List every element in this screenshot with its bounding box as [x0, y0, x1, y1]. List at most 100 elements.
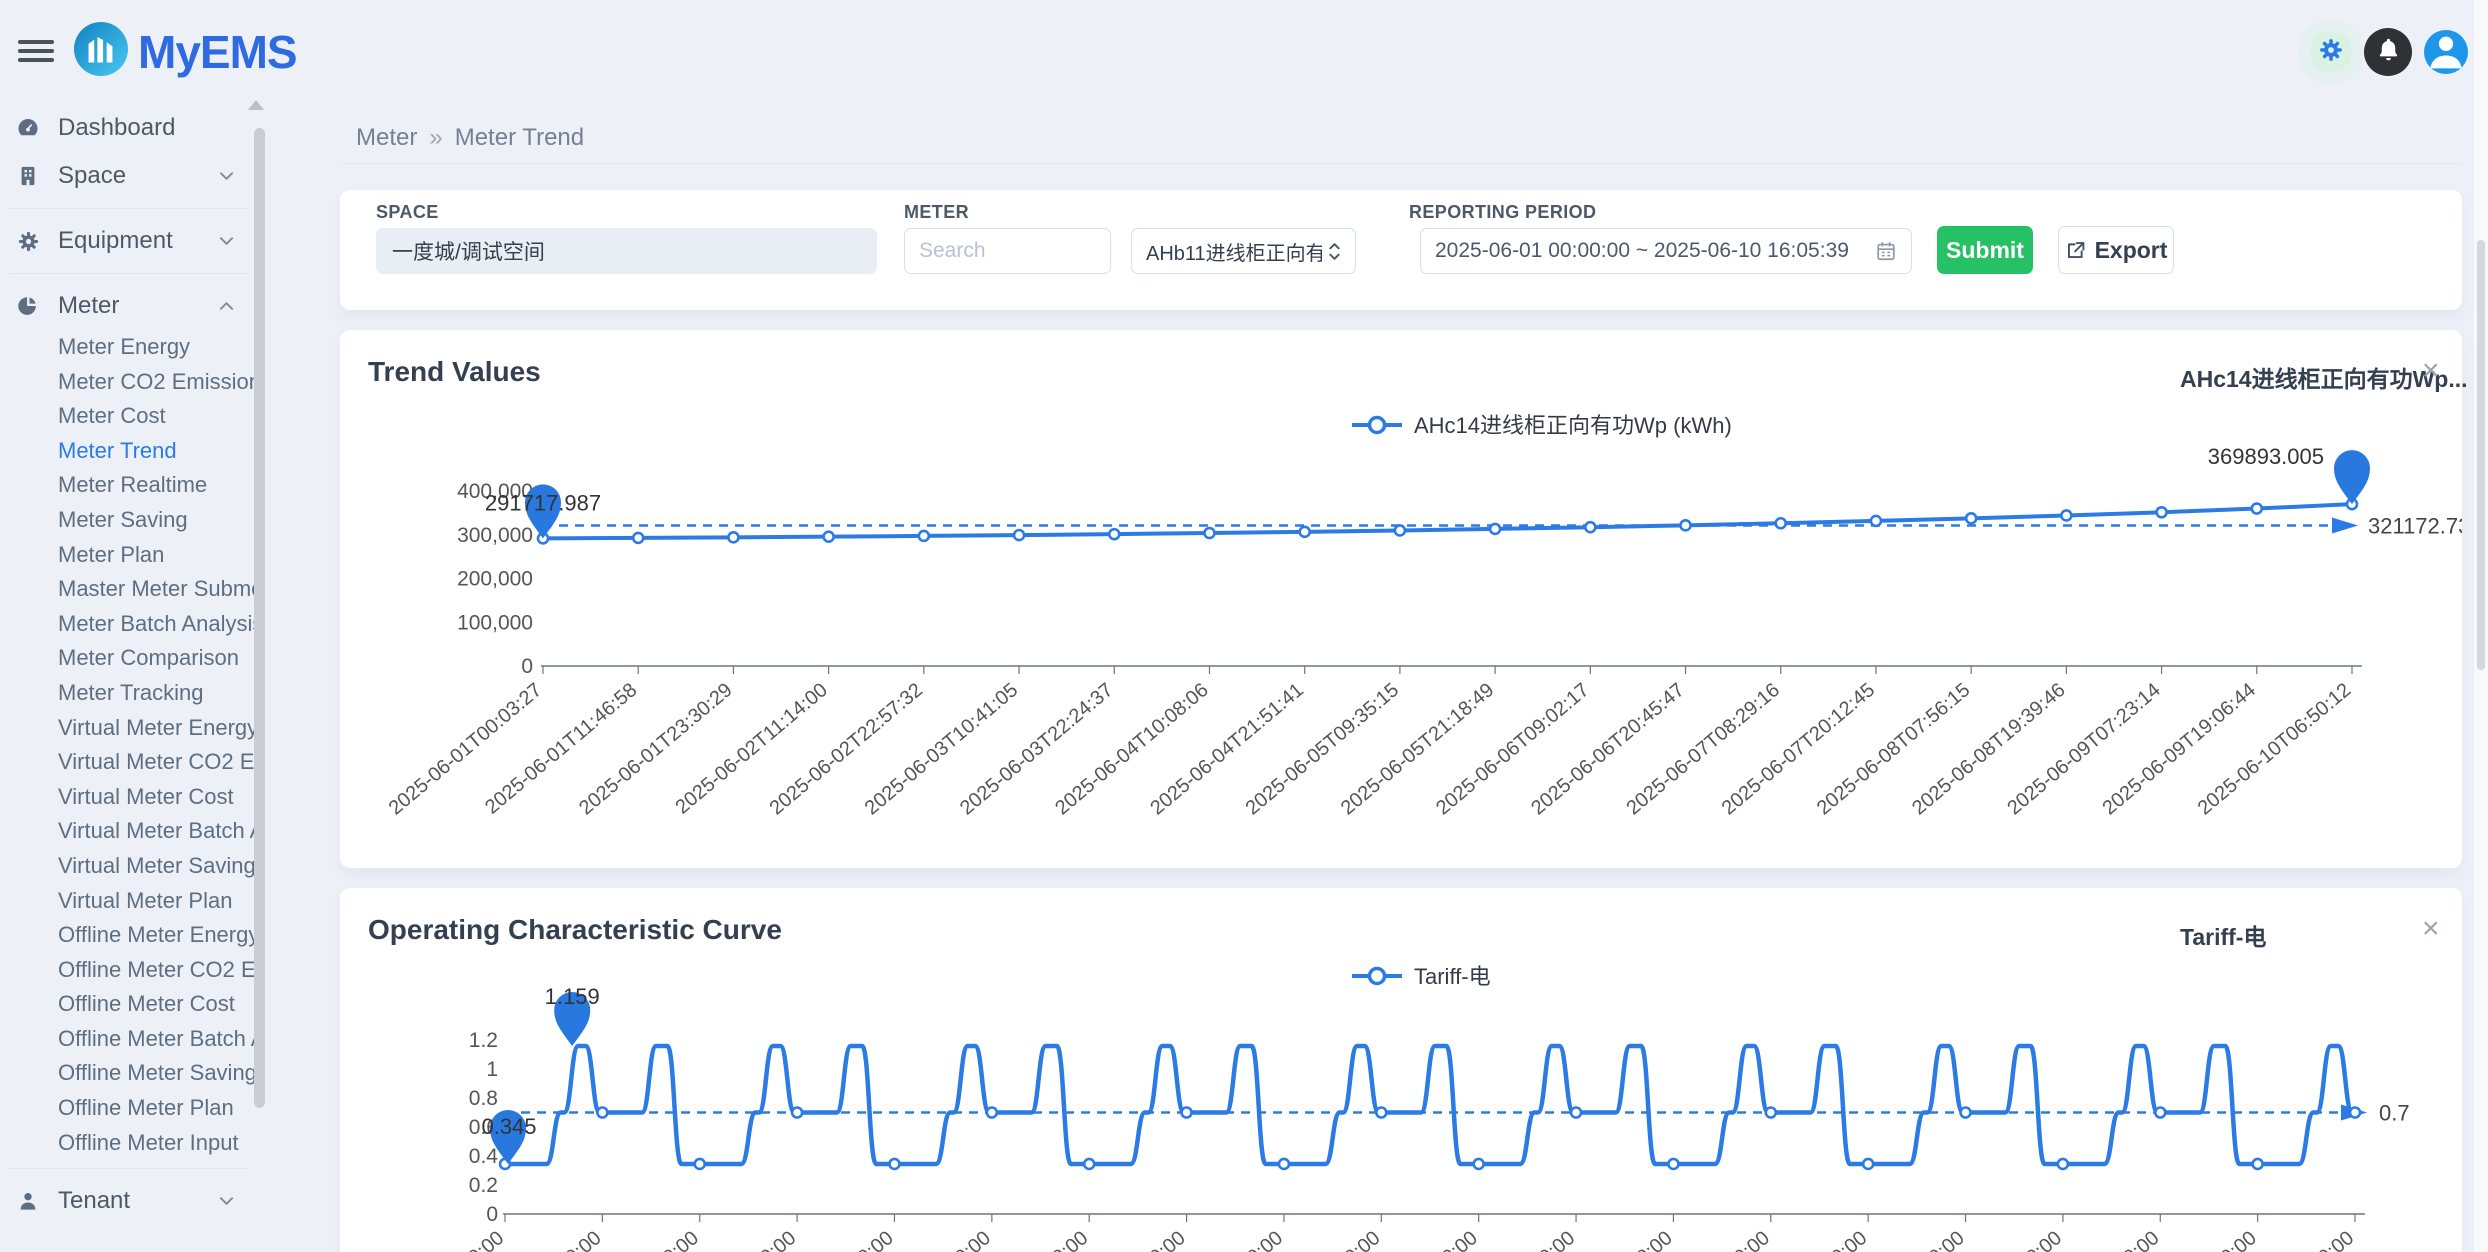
- sidebar-item-tenant[interactable]: Tenant: [0, 1177, 258, 1225]
- x-tick-label: 12:00:00: [1700, 1227, 1774, 1252]
- data-point-marker: [1109, 529, 1119, 539]
- hamburger-menu-icon[interactable]: [18, 40, 54, 64]
- legend-label[interactable]: Tariff-电: [1414, 964, 1491, 989]
- equipment-gear-icon: [15, 230, 41, 253]
- trend-values-chart: AHc14进线柜正向有功Wp (kWh)0100,000200,000300,0…: [340, 330, 2462, 868]
- x-tick-label: 2025-06-06T20:45:47: [1527, 679, 1689, 820]
- sidebar-item-virtual-meter-energy[interactable]: Virtual Meter Energy: [0, 711, 258, 746]
- calendar-icon: [1875, 240, 1897, 262]
- notifications-bell-icon[interactable]: [2364, 28, 2412, 76]
- myems-logo-icon: [74, 22, 128, 81]
- sidebar-item-virtual-meter-cost[interactable]: Virtual Meter Cost: [0, 780, 258, 815]
- sidebar-item-master-meter-submeters-balance[interactable]: Master Meter Submeters Balance: [0, 572, 258, 607]
- sidebar-item-offline-meter-plan[interactable]: Offline Meter Plan: [0, 1091, 258, 1126]
- meter-select[interactable]: AHb11进线柜正向有功Wp: [1131, 228, 1356, 274]
- x-tick-label: 00:00:00: [2187, 1227, 2261, 1252]
- trend-tab-close-icon[interactable]: ×: [2422, 354, 2440, 388]
- y-tick-label: 0: [486, 1203, 498, 1226]
- data-point-marker: [1395, 525, 1405, 535]
- data-point-marker: [1084, 1159, 1094, 1169]
- breadcrumb-separator: »: [429, 124, 442, 152]
- x-tick-label: 2025-06-08T19:39:46: [1908, 679, 2070, 820]
- page-scrollbar[interactable]: [2474, 0, 2488, 1252]
- space-label: SPACE: [376, 202, 439, 223]
- data-point-marker: [695, 1159, 705, 1169]
- filter-card: SPACE 一度城/调试空间 METER Search AHb11进线柜正向有功…: [340, 190, 2462, 310]
- data-point-marker: [1863, 1159, 1873, 1169]
- sidebar-item-offline-meter-saving[interactable]: Offline Meter Saving: [0, 1056, 258, 1091]
- sidebar-item-meter-trend[interactable]: Meter Trend: [0, 434, 258, 469]
- sidebar-item-offline-meter-cost[interactable]: Offline Meter Cost: [0, 987, 258, 1022]
- sidebar-item-dashboard[interactable]: Dashboard: [0, 104, 258, 152]
- sidebar-item-virtual-meter-plan[interactable]: Virtual Meter Plan: [0, 884, 258, 919]
- sidebar-item-offline-meter-batch-analysis[interactable]: Offline Meter Batch Analysis: [0, 1022, 258, 1057]
- export-button[interactable]: Export: [2058, 226, 2174, 274]
- x-tick-label: 2025-06-04T21:51:41: [1146, 679, 1308, 820]
- sidebar-item-virtual-meter-saving[interactable]: Virtual Meter Saving: [0, 849, 258, 884]
- reporting-period-value: 2025-06-01 00:00:00 ~ 2025-06-10 16:05:3…: [1435, 239, 1849, 263]
- reporting-period-input[interactable]: 2025-06-01 00:00:00 ~ 2025-06-10 16:05:3…: [1420, 228, 1912, 274]
- sidebar-item-meter-plan[interactable]: Meter Plan: [0, 538, 258, 573]
- meter-search-input[interactable]: Search: [904, 228, 1111, 274]
- select-updown-icon: [1328, 241, 1341, 262]
- data-point-marker: [1182, 1108, 1192, 1118]
- y-tick-label: 0.8: [469, 1087, 498, 1110]
- meter-label: METER: [904, 202, 969, 223]
- submit-button[interactable]: Submit: [1937, 226, 2033, 274]
- brand-logo[interactable]: MyEMS: [74, 22, 297, 81]
- sidebar-item-meter[interactable]: Meter: [0, 282, 258, 330]
- sidebar-item-virtual-meter-batch-analysis[interactable]: Virtual Meter Batch Analysis: [0, 814, 258, 849]
- sidebar-divider: [10, 273, 248, 274]
- sidebar-item-equipment[interactable]: Equipment: [0, 217, 258, 265]
- data-point-marker: [1279, 1159, 1289, 1169]
- meter-selected-value: AHb11进线柜正向有功Wp: [1146, 237, 1322, 266]
- breadcrumb-meter-trend[interactable]: Meter Trend: [455, 124, 584, 152]
- x-tick-label: 00:00:00: [1213, 1227, 1287, 1252]
- sidebar-item-meter-energy[interactable]: Meter Energy: [0, 330, 258, 365]
- data-point-marker: [1668, 1159, 1678, 1169]
- trend-card-title: Trend Values: [368, 356, 541, 388]
- settings-gear-icon[interactable]: [2310, 31, 2352, 73]
- sidebar-item-offline-meter-energy[interactable]: Offline Meter Energy: [0, 918, 258, 953]
- data-point-marker: [1871, 516, 1881, 526]
- average-value-label: 321172.73: [2368, 513, 2462, 538]
- page-scrollbar-thumb[interactable]: [2477, 240, 2485, 670]
- legend-label[interactable]: AHc14进线柜正向有功Wp (kWh): [1414, 413, 1732, 438]
- sidebar-item-meter-realtime[interactable]: Meter Realtime: [0, 468, 258, 503]
- sidebar-item-virtual-meter-co2-emissions[interactable]: Virtual Meter CO2 Emissions: [0, 745, 258, 780]
- average-arrow: [2332, 517, 2358, 533]
- data-point-marker: [2061, 510, 2071, 520]
- sidebar-item-offline-meter-input[interactable]: Offline Meter Input: [0, 1126, 258, 1161]
- x-tick-label: 00:00:00: [1992, 1227, 2066, 1252]
- sidebar-item-label: Meter: [58, 292, 119, 320]
- sidebar-item-meter-batch-analysis[interactable]: Meter Batch Analysis: [0, 607, 258, 642]
- breadcrumb-meter[interactable]: Meter: [356, 124, 417, 152]
- x-tick-label: 2025-06-03T22:24:37: [956, 679, 1118, 820]
- chevron-up-icon: [219, 301, 234, 311]
- user-avatar-icon[interactable]: [2424, 30, 2468, 74]
- sidebar: Dashboard Space Equipment Meter Meter Energy…: [0, 96, 270, 1252]
- sidebar-item-meter-cost[interactable]: Meter Cost: [0, 399, 258, 434]
- data-point-marker: [1681, 520, 1691, 530]
- sidebar-item-space[interactable]: Space: [0, 152, 258, 200]
- sidebar-item-meter-comparison[interactable]: Meter Comparison: [0, 641, 258, 676]
- occ-card-tab[interactable]: Tariff-电: [2180, 918, 2266, 952]
- sidebar-item-label: Space: [58, 162, 126, 190]
- sidebar-item-meter-tracking[interactable]: Meter Tracking: [0, 676, 258, 711]
- x-tick-label: 2025-06-10T06:50:12: [2194, 679, 2356, 820]
- sidebar-scrollbar[interactable]: [254, 128, 265, 1108]
- occ-tab-close-icon[interactable]: ×: [2422, 912, 2440, 946]
- data-point-marker: [2157, 507, 2167, 517]
- sidebar-nav: Dashboard Space Equipment Meter Meter Energy…: [0, 104, 258, 1225]
- x-tick-label: 2025-06-07T20:12:45: [1718, 679, 1880, 820]
- data-point-marker: [987, 1108, 997, 1118]
- sidebar-item-offline-meter-co2-emissions[interactable]: Offline Meter CO2 Emissions: [0, 953, 258, 988]
- sidebar-item-meter-saving[interactable]: Meter Saving: [0, 503, 258, 538]
- chevron-down-icon: [219, 171, 234, 181]
- space-input[interactable]: 一度城/调试空间: [376, 228, 877, 274]
- data-point-marker: [792, 1108, 802, 1118]
- export-label: Export: [2095, 237, 2168, 264]
- x-tick-label: 2025-06-01T11:46:58: [481, 679, 641, 819]
- data-point-marker: [889, 1159, 899, 1169]
- sidebar-item-meter-co2-emissions[interactable]: Meter CO2 Emissions: [0, 365, 258, 400]
